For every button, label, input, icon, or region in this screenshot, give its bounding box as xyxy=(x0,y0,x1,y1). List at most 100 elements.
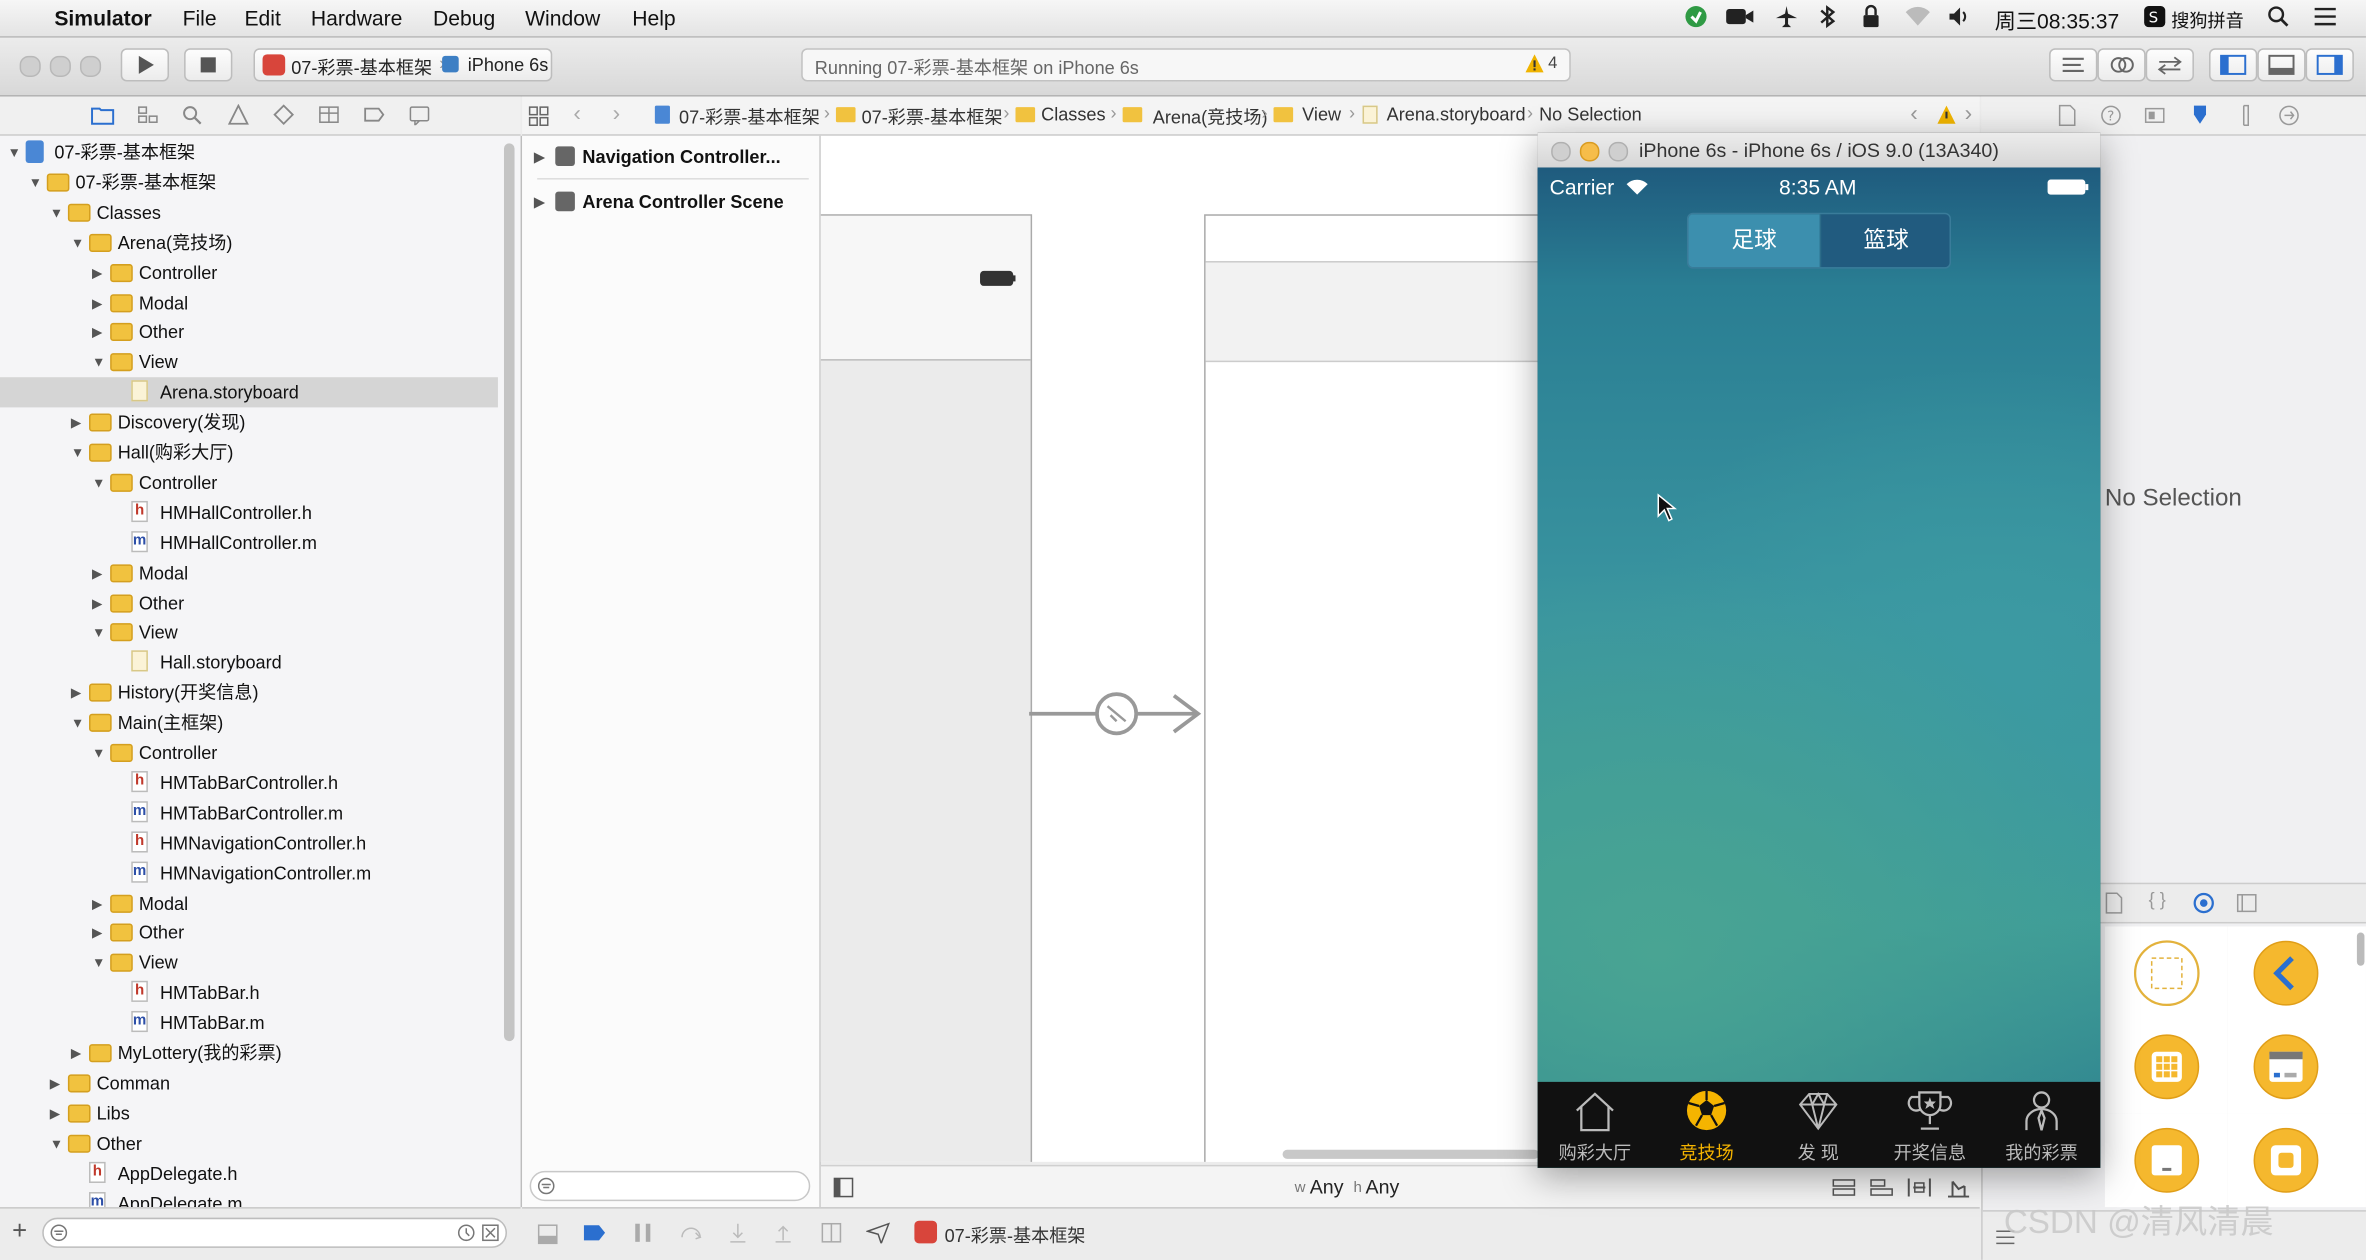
jump-crumb-arena[interactable]: Arena(竞技场) xyxy=(1153,104,1268,130)
breakpoint-navigator-icon[interactable] xyxy=(362,104,386,125)
tab-arena[interactable]: 竞技场 xyxy=(1651,1082,1763,1168)
navigator-item[interactable]: h HMNavigationController.h xyxy=(0,828,498,858)
outline-item-arena-scene[interactable]: ▶ Arena Controller Scene xyxy=(522,187,819,217)
quick-help-icon[interactable]: ? xyxy=(2100,104,2121,127)
bluetooth-icon[interactable] xyxy=(1818,5,1836,34)
disclosure-triangle-icon[interactable]: ▶ xyxy=(92,317,107,347)
menu-help[interactable]: Help xyxy=(632,6,675,30)
window-minimize-button[interactable] xyxy=(49,55,71,77)
stack-icon[interactable] xyxy=(1832,1178,1856,1196)
stop-button[interactable] xyxy=(184,48,233,82)
next-issue-icon[interactable]: › xyxy=(1965,101,1973,127)
menu-window[interactable]: Window xyxy=(525,6,600,30)
disclosure-triangle-icon[interactable]: ▼ xyxy=(92,468,107,498)
navigator-item[interactable]: h AppDelegate.h xyxy=(0,1158,498,1188)
navigator-item[interactable]: h HMHallController.h xyxy=(0,498,498,528)
navigator-item[interactable]: ▶ Modal xyxy=(0,287,498,317)
navigator-item[interactable]: ▶ Other xyxy=(0,588,498,618)
warning-icon[interactable] xyxy=(1524,53,1545,79)
window-close-button[interactable] xyxy=(19,55,41,77)
jump-crumb-selection[interactable]: No Selection xyxy=(1539,104,1642,125)
disclosure-triangle-icon[interactable]: ▼ xyxy=(92,948,107,978)
sogou-icon[interactable]: S xyxy=(2143,5,2167,34)
navigator-item[interactable]: Arena.storyboard xyxy=(0,377,498,408)
menu-app-name[interactable]: Simulator xyxy=(54,6,151,30)
library-item-page[interactable] xyxy=(2104,1113,2229,1208)
view-debugger-icon[interactable] xyxy=(819,1222,843,1243)
navigator-item[interactable]: ▶ Other xyxy=(0,918,498,948)
outline-item-navigation-controller[interactable]: ▶ Navigation Controller... xyxy=(522,142,819,172)
navigator-item[interactable]: ▼ Arena(竞技场) xyxy=(0,227,498,257)
standard-editor-button[interactable] xyxy=(2049,48,2098,82)
size-class-width[interactable]: Any xyxy=(1310,1175,1344,1198)
disclosure-triangle-icon[interactable]: ▼ xyxy=(50,197,65,227)
navigator-scrollbar[interactable] xyxy=(503,143,515,1042)
navigator-item[interactable]: m AppDelegate.m xyxy=(0,1188,498,1208)
navigator-item[interactable]: ▼ Controller xyxy=(0,468,498,498)
navigator-item[interactable]: ▶ Libs xyxy=(0,1098,498,1128)
navigation-controller-frame[interactable] xyxy=(820,214,1033,1162)
navigator-item[interactable]: ▼ 07-彩票-基本框架 xyxy=(0,167,498,197)
related-items-icon[interactable] xyxy=(528,106,549,127)
disclosure-triangle-icon[interactable]: ▼ xyxy=(92,618,107,648)
toggle-inspector-button[interactable] xyxy=(2305,48,2354,82)
status-green-icon[interactable] xyxy=(1684,5,1708,34)
align-icon[interactable] xyxy=(1870,1178,1894,1196)
menu-hardware[interactable]: Hardware xyxy=(311,6,403,30)
library-item-container[interactable] xyxy=(2227,1113,2366,1208)
library-item-collection[interactable] xyxy=(2104,1020,2229,1116)
recent-files-icon[interactable] xyxy=(457,1224,475,1242)
disclosure-triangle-icon[interactable]: ▼ xyxy=(92,738,107,768)
navigator-item[interactable]: ▶ History(开奖信息) xyxy=(0,678,498,708)
navigator-item[interactable]: ▼ View xyxy=(0,347,498,377)
library-item-tab-bar[interactable] xyxy=(2227,1020,2366,1116)
disclosure-triangle-icon[interactable]: ▶ xyxy=(92,888,107,918)
sim-minimize-button[interactable] xyxy=(1579,141,1600,162)
tab-my-lottery[interactable]: 我的彩票 xyxy=(1986,1082,2098,1168)
navigator-item[interactable]: h HMTabBarController.h xyxy=(0,768,498,798)
jump-crumb-project[interactable]: 07-彩票-基本框架 xyxy=(679,104,820,130)
symbol-navigator-icon[interactable] xyxy=(136,104,160,125)
code-snippet-icon[interactable]: { } xyxy=(2149,889,2166,910)
disclosure-triangle-icon[interactable]: ▼ xyxy=(71,438,86,468)
show-outline-icon[interactable] xyxy=(833,1177,854,1198)
navigator-item[interactable]: ▶ Comman xyxy=(0,1068,498,1098)
disclosure-triangle-icon[interactable]: ▶ xyxy=(534,142,549,172)
navigator-item[interactable]: ▶ Discovery(发现) xyxy=(0,408,498,438)
report-navigator-icon[interactable] xyxy=(407,104,431,126)
disclosure-triangle-icon[interactable]: ▶ xyxy=(534,187,549,217)
navigator-item[interactable]: ▶ MyLottery(我的彩票) xyxy=(0,1038,498,1068)
disclosure-triangle-icon[interactable]: ▶ xyxy=(71,408,86,438)
pause-icon[interactable] xyxy=(632,1222,653,1243)
navigator-item[interactable]: ▼ Classes xyxy=(0,197,498,227)
navigator-item[interactable]: ▼ Hall(购彩大厅) xyxy=(0,438,498,468)
connections-inspector-icon[interactable] xyxy=(2278,104,2299,127)
back-arrow-icon[interactable]: ‹ xyxy=(573,101,581,127)
file-template-icon[interactable] xyxy=(2103,892,2124,915)
size-inspector-icon[interactable] xyxy=(2235,104,2256,127)
segue-arrow[interactable] xyxy=(1029,687,1204,741)
disclosure-triangle-icon[interactable]: ▶ xyxy=(92,558,107,588)
camera-icon[interactable] xyxy=(1725,5,1755,34)
test-navigator-icon[interactable] xyxy=(272,104,296,126)
previous-issue-icon[interactable]: ‹ xyxy=(1910,101,1918,127)
navigator-item[interactable]: ▶ Other xyxy=(0,317,498,347)
simulator-title-bar[interactable]: iPhone 6s - iPhone 6s / iOS 9.0 (13A340) xyxy=(1537,132,2101,169)
spotlight-search-icon[interactable] xyxy=(2266,5,2290,34)
canvas-horizontal-scrollbar[interactable] xyxy=(1282,1149,1540,1159)
window-zoom-button[interactable] xyxy=(79,55,102,77)
file-inspector-icon[interactable] xyxy=(2057,104,2078,127)
navigator-item[interactable]: h HMTabBar.h xyxy=(0,978,498,1008)
menu-edit[interactable]: Edit xyxy=(244,6,280,30)
navigator-item[interactable]: ▼ Main(主框架) xyxy=(0,708,498,738)
run-button[interactable] xyxy=(120,48,169,82)
volume-icon[interactable] xyxy=(1946,5,1973,34)
navigator-item[interactable]: ▶ Modal xyxy=(0,558,498,588)
airplane-icon[interactable] xyxy=(1774,5,1798,34)
tab-discovery[interactable]: 发 现 xyxy=(1762,1082,1874,1168)
navigator-item[interactable]: m HMTabBarController.m xyxy=(0,798,498,828)
jump-crumb-file[interactable]: Arena.storyboard xyxy=(1387,104,1526,125)
navigator-filter-input[interactable] xyxy=(42,1217,507,1248)
segment-football[interactable]: 足球 xyxy=(1688,214,1820,268)
navigator-item[interactable]: ▼ Controller xyxy=(0,738,498,768)
